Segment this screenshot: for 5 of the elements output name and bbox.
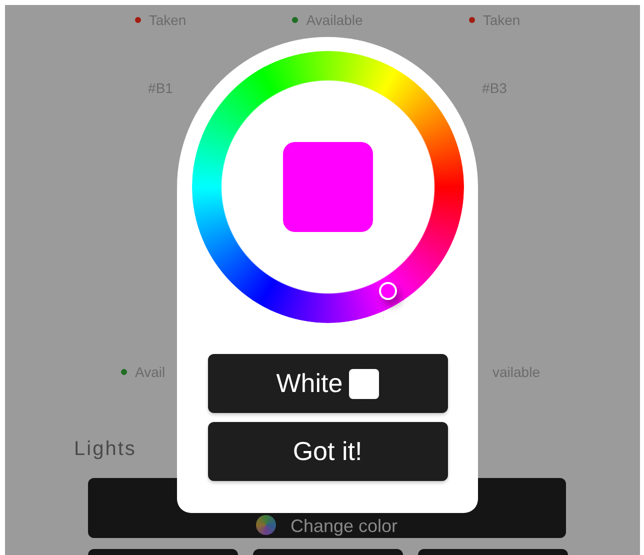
preset-button[interactable]: White — [208, 354, 448, 413]
color-swatch-icon — [348, 368, 379, 398]
section-title: Lights — [74, 437, 136, 461]
color-wheel-icon — [256, 515, 276, 535]
confirm-button[interactable]: Got it! — [208, 422, 448, 481]
